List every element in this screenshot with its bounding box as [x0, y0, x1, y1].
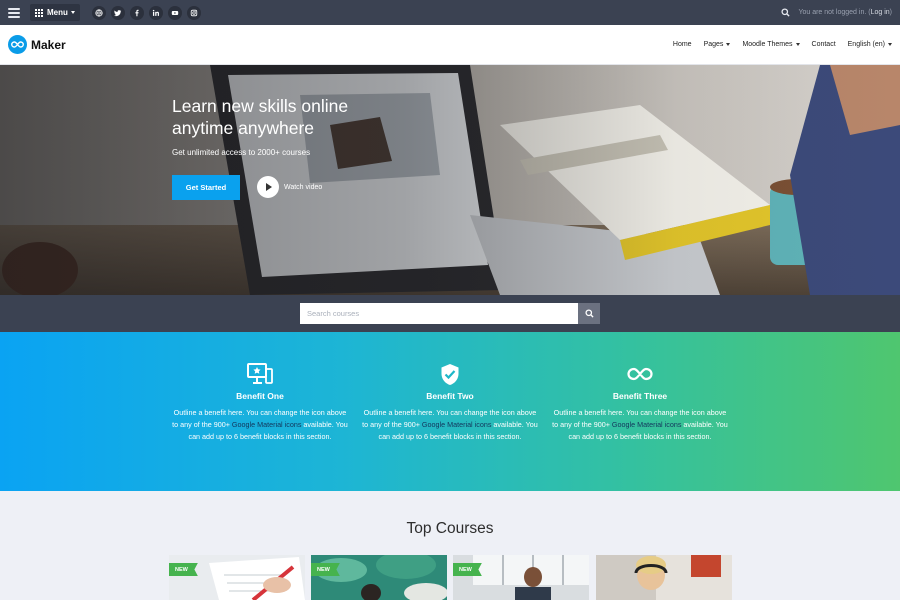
- chevron-down-icon: [70, 11, 75, 14]
- course-card[interactable]: NEW: [311, 555, 447, 600]
- hero-overlay: [0, 65, 900, 295]
- youtube-icon[interactable]: [167, 5, 182, 20]
- get-started-button[interactable]: Get Started: [172, 175, 240, 200]
- new-badge: NEW: [453, 563, 482, 576]
- benefit-text: Outline a benefit here. You can change t…: [550, 407, 730, 443]
- course-card[interactable]: NEW: [169, 555, 305, 600]
- nav-item-label: Home: [672, 41, 692, 48]
- main-navbar: Maker Home Pages Moodle Themes Contact E…: [0, 25, 900, 65]
- site-logo[interactable]: Maker: [8, 35, 66, 54]
- menu-dropdown-button[interactable]: Menu: [30, 4, 80, 21]
- benefit-title: Benefit Three: [612, 391, 668, 401]
- linkedin-icon[interactable]: [148, 5, 163, 20]
- shield-check-icon: [360, 362, 540, 386]
- chevron-down-icon: [726, 43, 731, 46]
- hero-title-line2: anytime anywhere: [172, 118, 315, 138]
- nav-item-contact[interactable]: Contact: [812, 41, 836, 48]
- login-status: You are not logged in. (Log in): [781, 8, 892, 17]
- nav-item-label: English (en): [847, 41, 885, 48]
- login-status-text: You are not logged in. (: [798, 9, 871, 16]
- play-icon: [257, 176, 279, 198]
- infinity-icon: [550, 362, 730, 386]
- login-status-close: ): [889, 9, 892, 16]
- benefit-text: Outline a benefit here. You can change t…: [170, 407, 350, 443]
- course-image: [311, 555, 447, 600]
- nav-item-moodle-themes[interactable]: Moodle Themes: [742, 41, 800, 48]
- watch-video-button[interactable]: Watch video: [257, 176, 322, 198]
- benefit-block: Benefit One Outline a benefit here. You …: [170, 362, 350, 443]
- hamburger-menu-icon[interactable]: [8, 7, 20, 18]
- monitor-star-icon: [170, 362, 350, 386]
- hero-title-line1: Learn new skills online: [172, 96, 349, 116]
- chevron-down-icon: [888, 43, 892, 46]
- course-image: [596, 555, 732, 600]
- benefits-section: Benefit One Outline a benefit here. You …: [0, 332, 900, 491]
- benefit-block: Benefit Two Outline a benefit here. You …: [360, 362, 540, 443]
- nav-item-label: Contact: [811, 41, 836, 48]
- infinity-logo-icon: [8, 35, 27, 54]
- facebook-icon[interactable]: [129, 5, 144, 20]
- login-link[interactable]: Log in: [871, 9, 890, 16]
- benefit-title: Benefit Two: [426, 391, 474, 401]
- course-image: [169, 555, 305, 600]
- benefit-title: Benefit One: [236, 391, 284, 401]
- social-links: [91, 5, 201, 20]
- globe-icon[interactable]: [91, 5, 106, 20]
- logo-text: Maker: [31, 37, 66, 52]
- new-badge: NEW: [311, 563, 340, 576]
- watch-video-label: Watch video: [284, 183, 323, 191]
- nav-menu: Home Pages Moodle Themes Contact English…: [673, 41, 892, 48]
- search-icon: [584, 309, 594, 318]
- new-badge: NEW: [169, 563, 198, 576]
- search-submit-button[interactable]: [578, 303, 600, 324]
- nav-item-label: Moodle Themes: [742, 41, 793, 48]
- chevron-down-icon: [795, 43, 800, 46]
- twitter-icon[interactable]: [110, 5, 125, 20]
- material-icons-link[interactable]: Google Material icons: [612, 420, 682, 429]
- language-selector[interactable]: English (en): [848, 41, 892, 48]
- hero-banner: Learn new skills online anytime anywhere …: [0, 65, 900, 295]
- material-icons-link[interactable]: Google Material icons: [422, 420, 492, 429]
- nav-item-label: Pages: [703, 41, 724, 48]
- course-search-bar: [0, 295, 900, 332]
- course-card[interactable]: [596, 555, 732, 600]
- benefit-block: Benefit Three Outline a benefit here. Yo…: [550, 362, 730, 443]
- nav-item-pages[interactable]: Pages: [704, 41, 731, 48]
- course-image: [453, 555, 589, 600]
- nav-item-home[interactable]: Home: [673, 41, 692, 48]
- top-courses-heading: Top Courses: [406, 520, 494, 537]
- course-card[interactable]: NEW: [453, 555, 589, 600]
- benefit-text: Outline a benefit here. You can change t…: [360, 407, 540, 443]
- material-icons-link[interactable]: Google Material icons: [232, 420, 302, 429]
- instagram-icon[interactable]: [186, 5, 201, 20]
- hero-title: Learn new skills online anytime anywhere: [172, 95, 402, 139]
- course-search-input[interactable]: [300, 303, 578, 324]
- menu-label: Menu: [47, 8, 68, 17]
- apps-grid-icon: [35, 8, 43, 17]
- top-bar: Menu You are not logged in. (Log in): [0, 0, 900, 25]
- hero-subtitle: Get unlimited access to 2000+ courses: [172, 148, 311, 157]
- search-icon[interactable]: [781, 8, 791, 17]
